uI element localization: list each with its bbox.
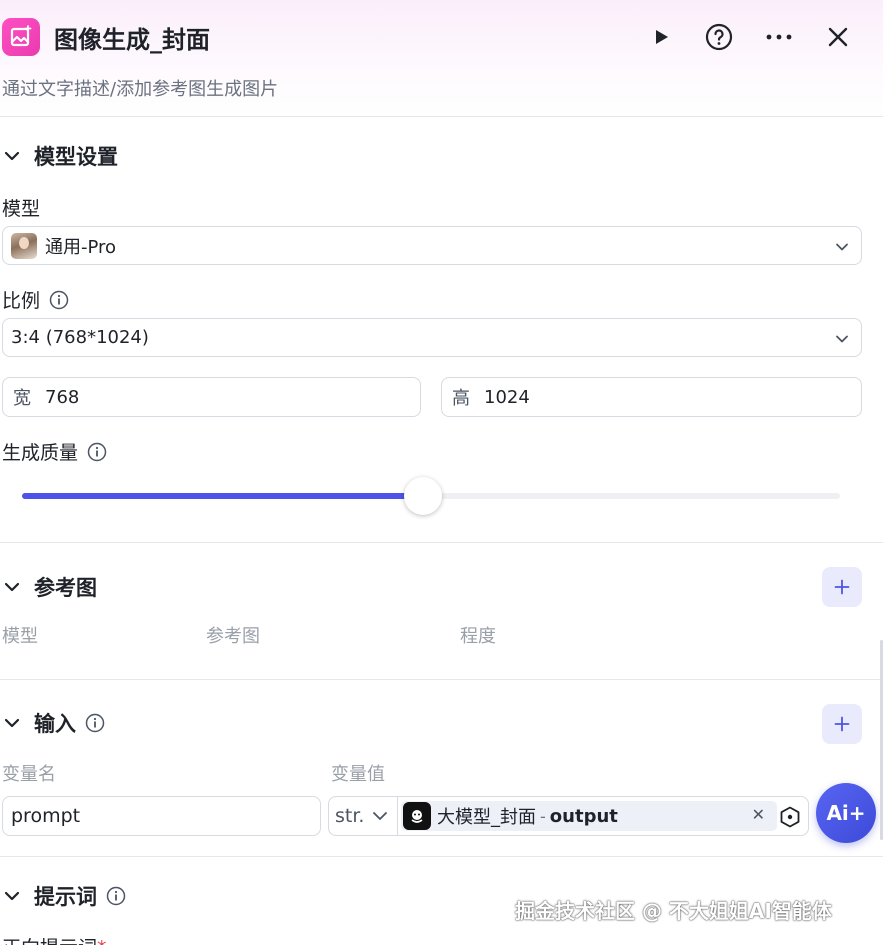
section-label: 输入 — [34, 712, 76, 736]
reference-output-name: output — [549, 805, 618, 827]
reference-chip[interactable]: 大模型_封面 - output ✕ — [401, 801, 777, 831]
chevron-down-icon — [2, 713, 22, 733]
required-mark: * — [97, 937, 107, 945]
question-icon — [705, 23, 733, 51]
help-button[interactable] — [704, 22, 734, 52]
play-icon — [656, 30, 668, 44]
quality-label: 生成质量 — [2, 438, 108, 465]
divider — [0, 116, 883, 117]
column-header-model: 模型 — [2, 626, 38, 647]
quality-label-text: 生成质量 — [2, 442, 79, 464]
section-label: 提示词 — [34, 885, 97, 909]
width-input[interactable]: 宽 768 — [2, 377, 421, 417]
section-input[interactable]: 输入 — [2, 708, 106, 738]
model-label: 模型 — [2, 194, 40, 221]
run-button[interactable] — [646, 22, 676, 52]
model-avatar — [11, 232, 37, 259]
divider — [0, 679, 883, 680]
section-model-settings[interactable]: 模型设置 — [2, 141, 118, 171]
watermark: 掘金技术社区 @ 不大姐姐AI智能体 — [515, 899, 832, 923]
variable-value-reference[interactable]: 大模型_封面 - output ✕ — [397, 796, 809, 836]
chevron-down-icon — [2, 146, 22, 166]
page-title: 图像生成_封面 — [54, 26, 210, 54]
chevron-down-icon — [372, 810, 388, 822]
chevron-down-icon — [835, 330, 849, 351]
info-icon[interactable] — [48, 289, 70, 311]
section-label: 模型设置 — [34, 145, 118, 169]
chevron-down-icon — [2, 886, 22, 906]
model-label-text: 模型 — [2, 198, 41, 220]
variable-name-value: prompt — [11, 805, 81, 827]
ratio-label-text: 比例 — [2, 290, 41, 312]
reference-separator: - — [540, 806, 546, 826]
variable-type-value: str. — [335, 805, 365, 827]
ratio-label: 比例 — [2, 286, 70, 313]
ai-assistant-button[interactable]: Ai+ — [816, 783, 876, 843]
model-select[interactable]: 通用-Pro — [2, 226, 862, 265]
column-header-variable-value: 变量值 — [331, 764, 385, 785]
column-header-variable-name: 变量名 — [2, 764, 56, 785]
chevron-down-icon — [835, 238, 849, 259]
info-icon[interactable] — [84, 712, 106, 734]
divider — [0, 542, 883, 543]
positive-prompt-label: 正向提示词* — [2, 933, 107, 945]
height-value: 1024 — [484, 386, 530, 408]
column-header-reference: 参考图 — [206, 626, 260, 647]
plus-icon — [834, 579, 850, 595]
chevron-down-icon — [2, 577, 22, 597]
info-icon[interactable] — [86, 441, 108, 463]
section-reference-image[interactable]: 参考图 — [2, 572, 97, 602]
height-prefix: 高 — [452, 388, 470, 409]
variable-reference-icon[interactable] — [778, 805, 802, 829]
column-header-strength: 程度 — [460, 626, 496, 647]
close-button[interactable] — [823, 22, 853, 52]
width-prefix: 宽 — [13, 388, 31, 409]
add-reference-button[interactable] — [822, 567, 862, 607]
model-select-value: 通用-Pro — [45, 236, 117, 258]
positive-prompt-label-text: 正向提示词 — [2, 937, 97, 945]
divider — [0, 856, 883, 857]
quality-slider-thumb[interactable] — [404, 477, 442, 515]
quality-slider-fill — [22, 493, 423, 499]
width-value: 768 — [45, 386, 80, 408]
close-icon — [828, 27, 848, 47]
ratio-select[interactable]: 3:4 (768*1024) — [2, 318, 862, 357]
section-prompt[interactable]: 提示词 — [2, 881, 127, 911]
height-input[interactable]: 高 1024 — [441, 377, 862, 417]
image-generation-app-icon — [2, 18, 40, 56]
llm-node-icon — [403, 802, 431, 830]
ai-button-label: Ai+ — [826, 801, 866, 825]
info-icon[interactable] — [105, 885, 127, 907]
page-subtitle: 通过文字描述/添加参考图生成图片 — [2, 79, 279, 100]
variable-name-input[interactable]: prompt — [2, 796, 321, 836]
add-input-button[interactable] — [822, 704, 862, 744]
section-label: 参考图 — [34, 576, 97, 600]
remove-reference-icon[interactable]: ✕ — [752, 805, 765, 824]
more-options-button[interactable] — [764, 22, 794, 52]
reference-node-name: 大模型_封面 — [437, 807, 536, 828]
plus-icon — [834, 716, 850, 732]
ratio-select-value: 3:4 (768*1024) — [11, 327, 149, 348]
variable-type-select[interactable]: str. — [328, 796, 398, 836]
ellipsis-icon — [766, 34, 792, 40]
